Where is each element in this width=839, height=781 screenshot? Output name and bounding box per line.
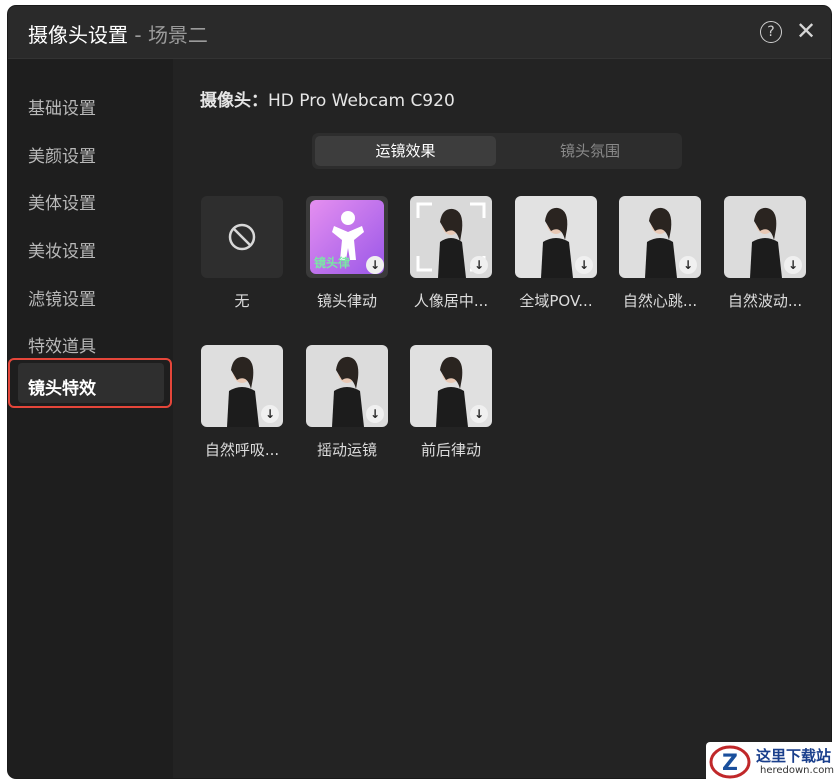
tab-camera-motion[interactable]: 运镜效果 [315, 136, 496, 166]
watermark-text: 这里下载站 [756, 747, 832, 765]
effect-label: 人像居中... [413, 292, 489, 310]
effect-tile-breath[interactable]: ↓ [201, 345, 283, 427]
effect-label: 自然呼吸... [204, 441, 280, 459]
camera-name: HD Pro Webcam C920 [268, 91, 455, 111]
effect-tile-portrait-center[interactable]: ↓ [410, 196, 492, 278]
download-icon[interactable]: ↓ [261, 405, 279, 423]
camera-label: 摄像头：HD Pro Webcam C920 [200, 86, 455, 111]
window-title-main: 摄像头设置 [28, 23, 128, 47]
prohibit-icon [228, 223, 256, 251]
window-title-sep: - [128, 23, 148, 47]
effect-label: 自然心跳... [622, 292, 698, 310]
help-icon[interactable]: ? [760, 21, 782, 43]
effect-tile-heartbeat[interactable]: ↓ [619, 196, 701, 278]
sidebar-item-basic[interactable]: 基础设置 [28, 94, 96, 119]
watermark-logo-letter: Z [722, 751, 738, 776]
effect-tile-wave[interactable]: ↓ [724, 196, 806, 278]
effect-tile-pov[interactable]: ↓ [515, 196, 597, 278]
effect-tile-push-pull[interactable]: ↓ [410, 345, 492, 427]
download-icon[interactable]: ↓ [470, 405, 488, 423]
watermark-logo-icon: Z [709, 745, 751, 779]
download-icon[interactable]: ↓ [575, 256, 593, 274]
site-watermark: Z 这里下载站 heredown.com [706, 742, 839, 781]
download-icon[interactable]: ↓ [470, 256, 488, 274]
sidebar-item-beauty[interactable]: 美颜设置 [28, 142, 96, 167]
download-icon[interactable]: ↓ [679, 256, 697, 274]
effect-label: 全域POV... [519, 292, 593, 310]
effect-label: 摇动运镜 [316, 441, 377, 459]
effect-tile-lens-rhythm[interactable]: 镜头律 ↓ [306, 196, 388, 278]
effect-label: 无 [234, 292, 250, 310]
tab-lens-atmosphere[interactable]: 镜头氛围 [498, 133, 682, 169]
sidebar-item-makeup[interactable]: 美妆设置 [28, 237, 96, 262]
camera-prefix: 摄像头： [200, 91, 268, 111]
window-title: 摄像头设置 - 场景二 [28, 19, 208, 48]
effect-tile-none[interactable] [201, 196, 283, 278]
download-icon[interactable]: ↓ [366, 256, 384, 274]
title-bar: 摄像头设置 - 场景二 ? ✕ [8, 6, 831, 59]
sidebar: 基础设置 美颜设置 美体设置 美妆设置 滤镜设置 特效道具 镜头特效 [8, 59, 173, 778]
effect-label: 镜头律动 [316, 292, 377, 310]
effect-tabs: 运镜效果 镜头氛围 [312, 133, 682, 169]
settings-window: 摄像头设置 - 场景二 ? ✕ 基础设置 美颜设置 美体设置 美妆设置 滤镜设置… [8, 6, 831, 778]
sidebar-item-lens-effects[interactable]: 镜头特效 [28, 374, 96, 399]
sidebar-item-filter[interactable]: 滤镜设置 [28, 285, 96, 310]
download-icon[interactable]: ↓ [784, 256, 802, 274]
window-title-sub: 场景二 [147, 23, 208, 47]
effect-label: 前后律动 [420, 441, 481, 459]
lens-rhythm-badge: 镜头律 [314, 256, 351, 270]
sidebar-item-props[interactable]: 特效道具 [28, 332, 96, 357]
effect-tile-shake[interactable]: ↓ [306, 345, 388, 427]
watermark-url: heredown.com [760, 765, 835, 776]
download-icon[interactable]: ↓ [366, 405, 384, 423]
close-icon[interactable]: ✕ [794, 18, 818, 44]
sidebar-item-body[interactable]: 美体设置 [28, 189, 96, 214]
effect-label: 自然波动... [727, 292, 803, 310]
